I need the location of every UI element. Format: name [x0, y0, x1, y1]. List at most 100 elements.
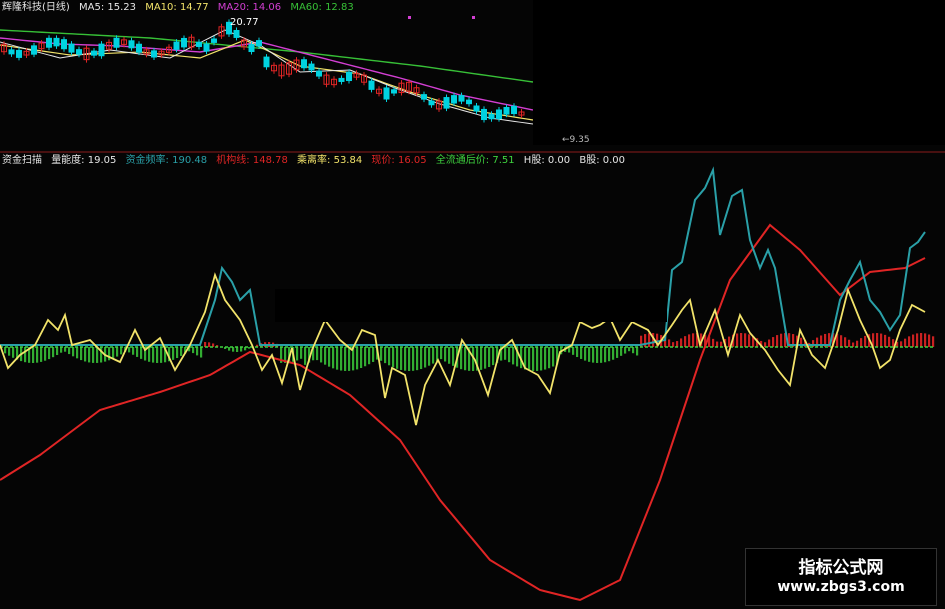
- hgu-label: H股: 0.00: [523, 155, 571, 166]
- histogram-bar: [452, 347, 455, 366]
- histogram-bar: [648, 333, 651, 347]
- histogram-bar: [464, 347, 467, 371]
- histogram-bar: [900, 341, 903, 347]
- histogram-bar: [128, 347, 131, 353]
- histogram-bar: [176, 347, 179, 359]
- candle-body: [128, 40, 135, 49]
- histogram-bar: [632, 347, 635, 354]
- histogram-bar: [36, 347, 39, 363]
- histogram-bar: [684, 336, 687, 347]
- histogram-bar: [320, 347, 323, 363]
- histogram-bar: [112, 347, 115, 359]
- candle-body: [481, 108, 487, 121]
- low-price-label: ←9.35: [562, 135, 590, 145]
- histogram-bar: [544, 347, 547, 370]
- histogram-bar: [576, 347, 579, 358]
- candle-body: [98, 43, 105, 57]
- candle-body: [203, 43, 210, 52]
- candle-body: [16, 49, 22, 58]
- histogram-bar: [772, 337, 775, 347]
- histogram-bar: [120, 347, 123, 355]
- histogram-bar: [428, 347, 431, 366]
- histogram-bar: [160, 347, 163, 363]
- histogram-bar: [744, 333, 747, 347]
- histogram-bar: [624, 347, 627, 354]
- histogram-bar: [480, 347, 483, 370]
- histogram-bar: [344, 347, 347, 371]
- histogram-bar: [364, 347, 367, 367]
- candle-body: [383, 87, 390, 100]
- histogram-bar: [904, 338, 907, 347]
- candle-body: [316, 70, 322, 77]
- histogram-bar: [444, 347, 447, 362]
- indicator-legend: 资金扫描 量能度: 19.05 资金频率: 190.48 机构线: 148.78…: [2, 155, 631, 167]
- histogram-bar: [492, 347, 495, 366]
- histogram-bar: [396, 347, 399, 369]
- jigou-label: 机构线: 148.78: [216, 155, 288, 166]
- histogram-bar: [880, 333, 883, 347]
- histogram-bar: [448, 347, 451, 364]
- histogram-bar: [608, 347, 611, 362]
- candle-body: [196, 41, 202, 47]
- histogram-bar: [96, 347, 99, 363]
- candle-body: [263, 56, 270, 68]
- histogram-bar: [860, 338, 863, 347]
- high-price-label: 20.77: [230, 17, 259, 28]
- histogram-bar: [572, 347, 575, 355]
- candle-body: [181, 37, 187, 48]
- candle-body: [68, 43, 75, 53]
- histogram-bar: [408, 347, 411, 371]
- histogram-bar: [88, 347, 91, 363]
- histogram-bar: [296, 347, 299, 361]
- histogram-bar: [912, 334, 915, 347]
- histogram-bar: [580, 347, 583, 359]
- candle-body: [473, 105, 480, 112]
- histogram-bar: [616, 347, 619, 358]
- stock-title: 辉隆科技(日线): [2, 2, 70, 13]
- histogram-bar: [920, 333, 923, 347]
- candle-body: [428, 100, 435, 106]
- histogram-bar: [80, 347, 83, 361]
- histogram-bar: [540, 347, 543, 371]
- histogram-bar: [536, 347, 539, 371]
- histogram-bar: [592, 347, 595, 363]
- candle-body: [248, 43, 255, 53]
- histogram-bar: [92, 347, 95, 363]
- histogram-bar: [392, 347, 395, 368]
- candle-body: [91, 50, 97, 56]
- histogram-bar: [584, 347, 587, 361]
- histogram-bar: [192, 347, 195, 354]
- histogram-bar: [332, 347, 335, 369]
- histogram-bar: [680, 338, 683, 347]
- histogram-bar: [152, 347, 155, 363]
- histogram-bar: [748, 334, 751, 347]
- histogram-bar: [628, 347, 631, 352]
- histogram-bar: [768, 339, 771, 347]
- histogram-bar: [372, 347, 375, 362]
- histogram-bar: [716, 341, 719, 347]
- histogram-bar: [380, 347, 383, 361]
- histogram-bar: [740, 333, 743, 347]
- histogram-bar: [8, 347, 11, 356]
- xianjia-label: 现价: 16.05: [371, 155, 427, 166]
- candle-body: [76, 49, 82, 55]
- ma60-label: MA60: 12.83: [290, 2, 354, 13]
- blank-overlay: [275, 289, 667, 322]
- histogram-bar: [876, 333, 879, 347]
- histogram-bar: [840, 335, 843, 347]
- histogram-bar: [620, 347, 623, 356]
- histogram-bar: [712, 338, 715, 347]
- histogram-bar: [172, 347, 175, 360]
- histogram-bar: [908, 336, 911, 347]
- histogram-bar: [780, 333, 783, 347]
- candle-body: [113, 37, 120, 48]
- candle-body: [346, 71, 352, 82]
- zijin-label: 资金频率: 190.48: [125, 155, 208, 166]
- candle-body: [8, 49, 15, 55]
- histogram-bar: [32, 347, 35, 363]
- histogram-bar: [40, 347, 43, 362]
- candle-body: [301, 59, 307, 69]
- histogram-bar: [68, 347, 71, 355]
- histogram-bar: [528, 347, 531, 371]
- histogram-bar: [348, 347, 351, 371]
